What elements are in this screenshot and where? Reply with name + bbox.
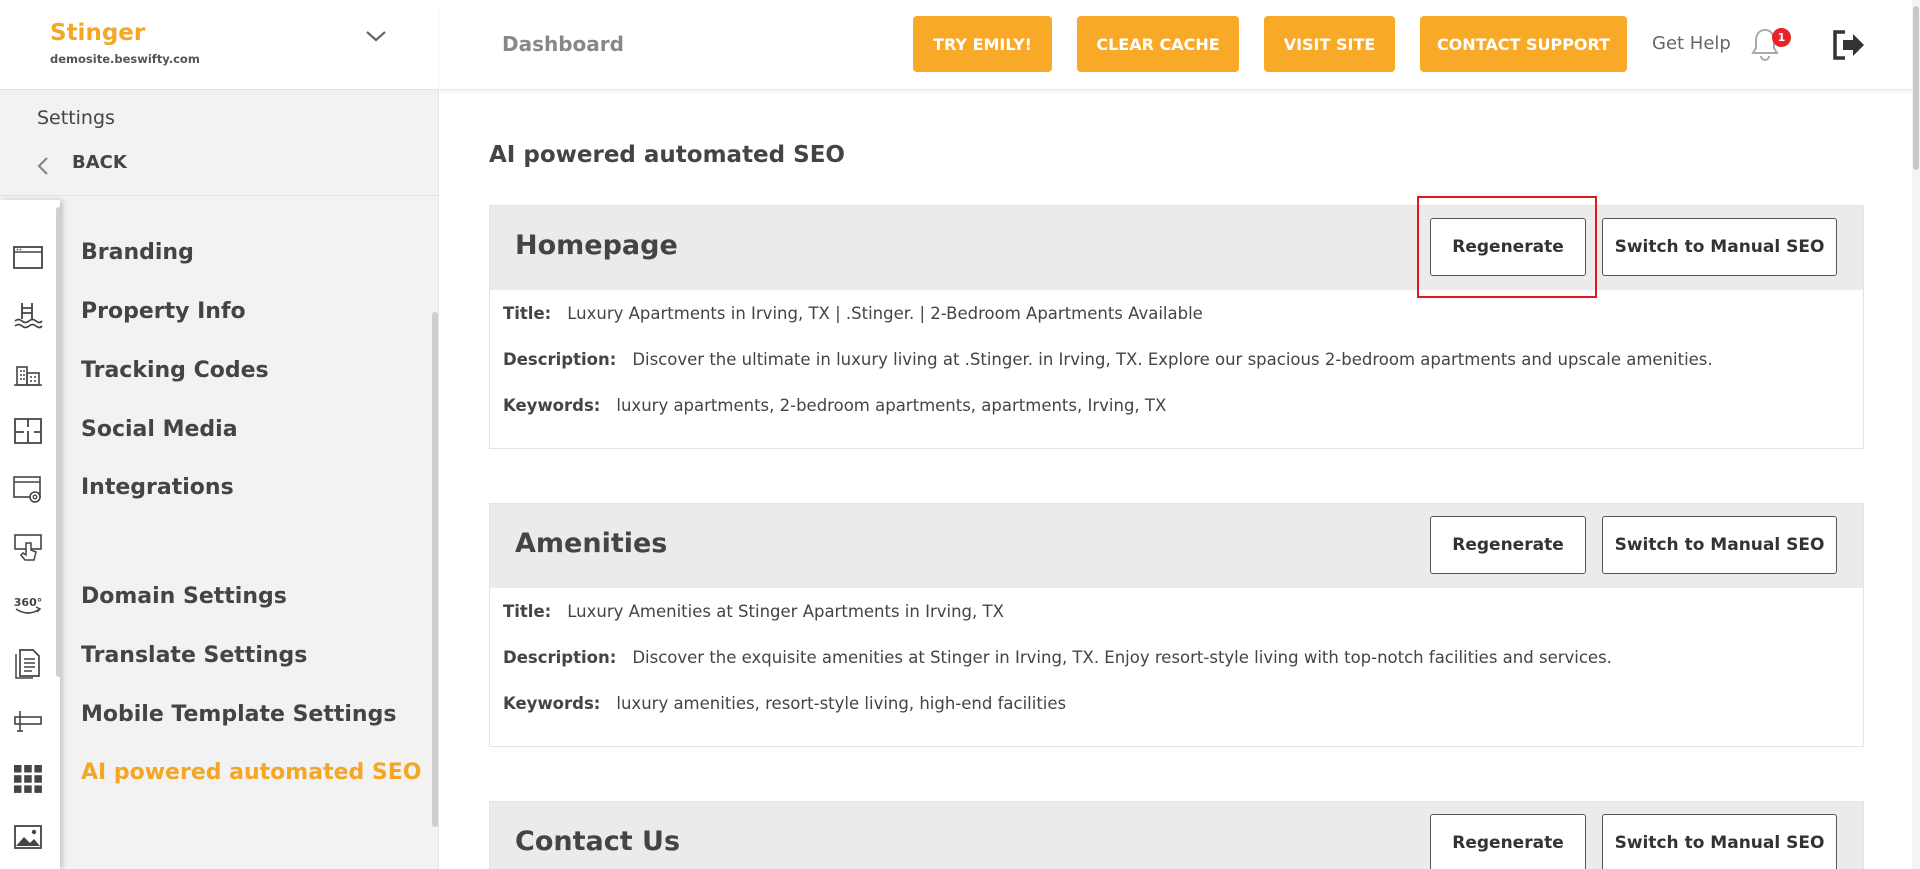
seo-title-value: Luxury Amenities at Stinger Apartments i… bbox=[567, 602, 1004, 621]
seo-card-contact-us: Contact Us Regenerate Switch to Manual S… bbox=[489, 801, 1864, 869]
grid-icon[interactable] bbox=[11, 762, 45, 796]
get-help-link[interactable]: Get Help bbox=[1652, 33, 1731, 54]
seo-description-row: Description: Discover the ultimate in lux… bbox=[503, 350, 1850, 374]
document-icon[interactable] bbox=[11, 646, 45, 680]
card-title: Contact Us bbox=[515, 826, 681, 857]
menu-item-social-media[interactable]: Social Media bbox=[81, 417, 238, 442]
back-button[interactable]: BACK bbox=[34, 146, 127, 178]
title-label: Title: bbox=[503, 304, 552, 323]
brand-name: Stinger bbox=[50, 20, 146, 46]
keywords-label: Keywords: bbox=[503, 694, 601, 713]
settings-label: Settings bbox=[37, 107, 115, 129]
regenerate-button[interactable]: Regenerate bbox=[1430, 516, 1586, 574]
menu-item-tracking-codes[interactable]: Tracking Codes bbox=[81, 358, 269, 383]
seo-keywords-row: Keywords: luxury apartments, 2-bedroom ap… bbox=[503, 396, 1850, 420]
image-icon[interactable] bbox=[11, 820, 45, 854]
card-title: Amenities bbox=[515, 528, 668, 559]
menu-item-integrations[interactable]: Integrations bbox=[81, 475, 234, 500]
page-breadcrumb: Dashboard bbox=[502, 32, 624, 56]
brand-header: Stinger demosite.beswifty.com bbox=[0, 0, 439, 90]
menu-item-branding[interactable]: Branding bbox=[81, 240, 194, 265]
menu-item-domain-settings[interactable]: Domain Settings bbox=[81, 584, 287, 609]
menu-item-property-info[interactable]: Property Info bbox=[81, 299, 246, 324]
touch-panel-icon[interactable] bbox=[11, 530, 45, 564]
menu-item-mobile-template-settings[interactable]: Mobile Template Settings bbox=[81, 702, 396, 727]
title-label: Title: bbox=[503, 602, 552, 621]
card-body: Title: Luxury Apartments in Irving, TX | … bbox=[490, 290, 1863, 448]
pool-icon[interactable] bbox=[11, 298, 45, 332]
page-title: AI powered automated SEO bbox=[489, 142, 845, 168]
icon-rail-scrollbar[interactable] bbox=[56, 207, 62, 677]
seo-title-row: Title: Luxury Apartments in Irving, TX | … bbox=[503, 304, 1850, 328]
switch-to-manual-seo-button[interactable]: Switch to Manual SEO bbox=[1602, 218, 1837, 276]
seo-description-value: Discover the exquisite amenities at Stin… bbox=[632, 648, 1612, 667]
left-panel: Stinger demosite.beswifty.com Settings B… bbox=[0, 0, 439, 869]
clear-cache-button[interactable]: CLEAR CACHE bbox=[1077, 16, 1239, 72]
page-scrollbar[interactable] bbox=[1912, 0, 1920, 869]
seo-card-amenities: Amenities Regenerate Switch to Manual SE… bbox=[489, 503, 1864, 747]
icon-rail: 360° bbox=[0, 200, 60, 869]
chevron-down-icon[interactable] bbox=[362, 26, 390, 46]
menu-scrollbar[interactable] bbox=[432, 312, 438, 827]
seo-title-value: Luxury Apartments in Irving, TX | .Sting… bbox=[567, 304, 1203, 323]
regenerate-button[interactable]: Regenerate bbox=[1430, 218, 1586, 276]
page-scrollbar-thumb[interactable] bbox=[1913, 6, 1919, 170]
card-header: Homepage Regenerate Switch to Manual SEO bbox=[490, 206, 1863, 290]
card-header: Amenities Regenerate Switch to Manual SE… bbox=[490, 504, 1863, 588]
buildings-icon[interactable] bbox=[11, 356, 45, 390]
floorplan-icon[interactable] bbox=[11, 414, 45, 448]
logout-icon[interactable] bbox=[1830, 28, 1866, 62]
seo-description-row: Description: Discover the exquisite ameni… bbox=[503, 648, 1850, 672]
regenerate-button[interactable]: Regenerate bbox=[1430, 814, 1586, 869]
menu-item-translate-settings[interactable]: Translate Settings bbox=[81, 643, 307, 668]
description-label: Description: bbox=[503, 648, 617, 667]
try-emily-button[interactable]: TRY EMILY! bbox=[913, 16, 1052, 72]
top-header: Dashboard TRY EMILY! CLEAR CACHE VISIT S… bbox=[440, 0, 1920, 90]
360-view-icon[interactable]: 360° bbox=[11, 588, 45, 622]
contact-support-button[interactable]: CONTACT SUPPORT bbox=[1420, 16, 1627, 72]
back-label: BACK bbox=[72, 151, 127, 173]
menu-item-ai-seo[interactable]: AI powered automated SEO bbox=[81, 760, 421, 785]
seo-title-row: Title: Luxury Amenities at Stinger Apartm… bbox=[503, 602, 1850, 626]
visit-site-button[interactable]: VISIT SITE bbox=[1264, 16, 1395, 72]
chevron-left-icon bbox=[37, 157, 48, 175]
card-header: Contact Us Regenerate Switch to Manual S… bbox=[490, 802, 1863, 869]
keywords-label: Keywords: bbox=[503, 396, 601, 415]
description-label: Description: bbox=[503, 350, 617, 369]
card-body: Title: Luxury Amenities at Stinger Apartm… bbox=[490, 588, 1863, 746]
browser-window-icon[interactable] bbox=[11, 240, 45, 274]
seo-description-value: Discover the ultimate in luxury living a… bbox=[632, 350, 1713, 369]
sign-icon[interactable] bbox=[11, 704, 45, 738]
divider bbox=[0, 195, 439, 196]
seo-keywords-value: luxury amenities, resort-style living, h… bbox=[616, 694, 1067, 713]
switch-to-manual-seo-button[interactable]: Switch to Manual SEO bbox=[1602, 516, 1837, 574]
brand-domain: demosite.beswifty.com bbox=[50, 52, 200, 66]
svg-text:360°: 360° bbox=[14, 596, 42, 609]
seo-keywords-row: Keywords: luxury amenities, resort-style … bbox=[503, 694, 1850, 718]
seo-keywords-value: luxury apartments, 2-bedroom apartments,… bbox=[616, 396, 1167, 415]
switch-to-manual-seo-button[interactable]: Switch to Manual SEO bbox=[1602, 814, 1837, 869]
notification-badge: 1 bbox=[1772, 28, 1791, 47]
seo-card-homepage: Homepage Regenerate Switch to Manual SEO… bbox=[489, 205, 1864, 449]
web-settings-icon[interactable] bbox=[11, 472, 45, 506]
card-title: Homepage bbox=[515, 230, 678, 261]
